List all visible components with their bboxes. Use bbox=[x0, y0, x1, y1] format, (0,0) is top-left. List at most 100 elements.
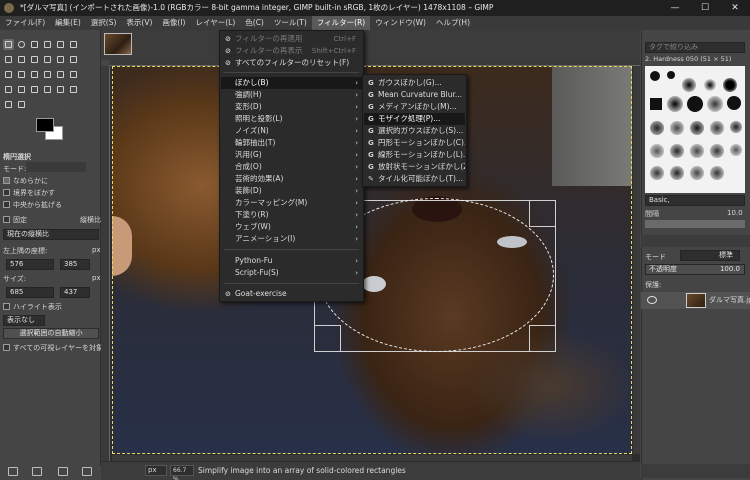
menu-item-blur[interactable]: ぼかし(B) › bbox=[221, 77, 362, 89]
menu-item-animation[interactable]: アニメーション(I) › bbox=[221, 233, 362, 245]
menu-filters[interactable]: フィルター(R) bbox=[311, 16, 371, 30]
shrink-merged-checkbox[interactable] bbox=[3, 344, 10, 351]
expand-center-checkbox[interactable] bbox=[3, 201, 10, 208]
menu-item-combine[interactable]: 合成(O) › bbox=[221, 161, 362, 173]
menu-view[interactable]: 表示(V) bbox=[121, 16, 157, 30]
brush-swatch[interactable] bbox=[650, 71, 660, 81]
menu-select[interactable]: 選択(S) bbox=[86, 16, 122, 30]
brush-swatch[interactable] bbox=[723, 78, 737, 92]
opacity-slider[interactable]: 不透明度 100.0 bbox=[645, 264, 745, 275]
menu-item-map[interactable]: カラーマッピング(M) › bbox=[221, 197, 362, 209]
flip-tool-icon[interactable] bbox=[55, 54, 66, 65]
brush-swatch[interactable] bbox=[690, 144, 704, 158]
position-x-field[interactable]: 576 bbox=[6, 259, 54, 270]
delete-tool-preset-icon[interactable] bbox=[58, 467, 68, 476]
selection-handle-top-right[interactable] bbox=[529, 200, 556, 227]
layer-mode-selector[interactable]: 標準 bbox=[680, 250, 740, 261]
menu-item-noise[interactable]: ノイズ(N) › bbox=[221, 125, 362, 137]
menu-item-reset-filters[interactable]: ⊘ すべてのフィルターのリセット(F) bbox=[221, 57, 362, 69]
menu-help[interactable]: ヘルプ(H) bbox=[431, 16, 475, 30]
guides-selector[interactable]: 表示なし bbox=[3, 315, 45, 326]
free-select-tool-icon[interactable] bbox=[29, 39, 40, 50]
restore-tool-preset-icon[interactable] bbox=[32, 467, 42, 476]
menu-layer[interactable]: レイヤー(L) bbox=[190, 16, 240, 30]
menu-item-enhance[interactable]: 強調(H) › bbox=[221, 89, 362, 101]
size-unit[interactable]: px bbox=[92, 274, 101, 282]
menu-item-python-fu[interactable]: Python-Fu › bbox=[221, 255, 362, 267]
brush-tag-filter[interactable]: タグで絞り込み bbox=[645, 42, 745, 53]
vertical-scrollbar[interactable] bbox=[633, 66, 640, 454]
save-tool-preset-icon[interactable] bbox=[8, 467, 18, 476]
size-height-field[interactable]: 437 bbox=[60, 287, 90, 298]
brush-swatch[interactable] bbox=[667, 71, 675, 79]
menu-file[interactable]: ファイル(F) bbox=[0, 16, 50, 30]
gradient-tool-icon[interactable] bbox=[16, 69, 27, 80]
menu-item-artistic[interactable]: 芸術的効果(A) › bbox=[221, 173, 362, 185]
rotate-tool-icon[interactable] bbox=[16, 54, 27, 65]
spacing-slider[interactable] bbox=[645, 220, 745, 228]
menu-item-render[interactable]: 下塗り(R) › bbox=[221, 209, 362, 221]
brush-swatch[interactable] bbox=[727, 96, 741, 110]
foreground-color-swatch[interactable] bbox=[36, 118, 54, 132]
image-tab-thumbnail[interactable] bbox=[104, 33, 132, 55]
menu-item-goat-exercise[interactable]: ⊘ Goat-exercise bbox=[221, 288, 362, 300]
cage-tool-icon[interactable] bbox=[68, 54, 79, 65]
brush-swatch[interactable] bbox=[682, 78, 696, 92]
menu-item-pixelize[interactable]: G モザイク処理(P)... bbox=[364, 113, 465, 125]
move-tool-icon[interactable] bbox=[68, 39, 79, 50]
text-tool-icon[interactable] bbox=[55, 84, 66, 95]
dodge-burn-tool-icon[interactable] bbox=[29, 84, 40, 95]
clone-tool-icon[interactable] bbox=[3, 84, 14, 95]
paths-tool-icon[interactable] bbox=[42, 84, 53, 95]
menu-item-distorts[interactable]: 変形(D) › bbox=[221, 101, 362, 113]
layer-row[interactable]: ダルマ写真.jpg bbox=[641, 292, 750, 309]
menu-item-linear-motion-blur[interactable]: G 線形モーションぼかし(L)... bbox=[364, 149, 465, 161]
ellipse-select-tool-icon[interactable] bbox=[16, 39, 27, 50]
crop-tool-icon[interactable] bbox=[55, 39, 66, 50]
unit-selector[interactable]: px bbox=[145, 465, 167, 476]
brush-swatch[interactable] bbox=[730, 121, 742, 133]
menu-item-selective-gaussian-blur[interactable]: G 選択的ガウスぼかし(S)... bbox=[364, 125, 465, 137]
close-button[interactable]: ✕ bbox=[720, 0, 750, 16]
measure-tool-icon[interactable] bbox=[3, 99, 14, 110]
brush-swatch[interactable] bbox=[730, 144, 742, 156]
menu-item-reshow-filter[interactable]: ⊘ フィルターの再表示 Shift+Ctrl+F bbox=[221, 45, 362, 57]
menu-windows[interactable]: ウィンドウ(W) bbox=[370, 16, 431, 30]
minimize-button[interactable]: — bbox=[660, 0, 690, 16]
brush-swatch[interactable] bbox=[670, 166, 684, 180]
reset-tool-options-icon[interactable] bbox=[82, 467, 92, 476]
menu-item-web[interactable]: ウェブ(W) › bbox=[221, 221, 362, 233]
menu-tools[interactable]: ツール(T) bbox=[269, 16, 312, 30]
position-y-field[interactable]: 385 bbox=[60, 259, 90, 270]
menu-item-repeat-filter[interactable]: ⊘ フィルターの再適用 Ctrl+F bbox=[221, 33, 362, 45]
brush-swatch[interactable] bbox=[710, 166, 724, 180]
color-picker-tool-icon[interactable] bbox=[68, 84, 79, 95]
menu-item-gaussian-blur[interactable]: G ガウスぼかし(G)... bbox=[364, 77, 465, 89]
layer-name[interactable]: ダルマ写真.jpg bbox=[709, 295, 750, 305]
brush-swatch[interactable] bbox=[710, 144, 724, 158]
zoom-tool-icon[interactable] bbox=[16, 99, 27, 110]
mode-selector[interactable] bbox=[26, 162, 86, 172]
pencil-tool-icon[interactable] bbox=[29, 69, 40, 80]
brush-swatch[interactable] bbox=[710, 121, 724, 135]
brush-swatch[interactable] bbox=[690, 121, 704, 135]
zoom-selector[interactable]: 66.7 % bbox=[170, 465, 194, 480]
menu-image[interactable]: 画像(I) bbox=[157, 16, 190, 30]
auto-shrink-button[interactable]: 選択範囲の自動縮小 bbox=[3, 328, 99, 339]
menu-item-decor[interactable]: 装飾(D) › bbox=[221, 185, 362, 197]
fixed-checkbox[interactable] bbox=[3, 216, 10, 223]
brush-swatch[interactable] bbox=[650, 144, 664, 158]
feather-checkbox[interactable] bbox=[3, 189, 10, 196]
menu-item-edge-detect[interactable]: 輪郭抽出(T) › bbox=[221, 137, 362, 149]
paintbrush-tool-icon[interactable] bbox=[42, 69, 53, 80]
brush-swatch[interactable] bbox=[687, 96, 703, 112]
menu-item-zoom-motion-blur[interactable]: G放射状モーションぼかし(Z)... bbox=[364, 161, 465, 173]
highlight-checkbox[interactable] bbox=[3, 303, 10, 310]
menu-item-mean-curvature-blur[interactable]: G Mean Curvature Blur... bbox=[364, 89, 465, 101]
smudge-tool-icon[interactable] bbox=[16, 84, 27, 95]
brush-preset-field[interactable]: Basic, bbox=[645, 195, 745, 206]
menu-item-circular-motion-blur[interactable]: G 円形モーションぼかし(C)... bbox=[364, 137, 465, 149]
aspect-current-field[interactable]: 現在の縦横比 bbox=[3, 229, 99, 240]
brush-swatch[interactable] bbox=[707, 96, 723, 112]
layers-tabs[interactable] bbox=[641, 235, 750, 247]
